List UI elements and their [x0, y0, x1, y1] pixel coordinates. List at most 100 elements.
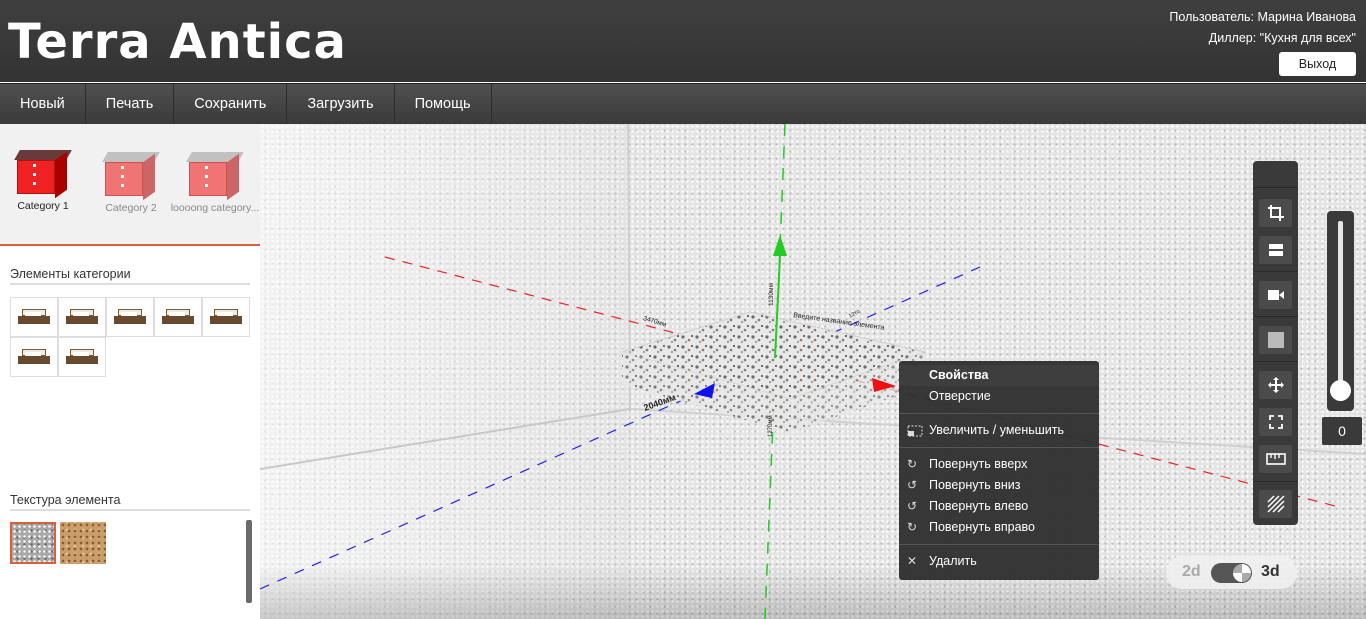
element-thumbnail[interactable]	[10, 297, 58, 337]
dim-top-label: 3470мм	[642, 315, 667, 328]
ctx-rotate-left[interactable]: ↺ Повернуть влево	[899, 496, 1099, 517]
category-item-2[interactable]: Category 2	[86, 152, 176, 214]
sofa-icon	[208, 307, 244, 327]
fullscreen-icon	[1268, 415, 1283, 429]
element-thumbnail[interactable]	[106, 297, 154, 337]
hatch-icon	[1266, 495, 1285, 513]
move-icon	[1267, 377, 1284, 393]
ctx-rotate-right[interactable]: ↻ Повернуть вправо	[899, 517, 1099, 538]
cabinet-thumbnail	[102, 152, 160, 201]
texture-section-title: Текстура элемента	[10, 493, 250, 511]
ctx-properties[interactable]: Свойства	[899, 365, 1099, 386]
square-tool-button[interactable]	[1259, 326, 1292, 354]
menu-new[interactable]: Новый	[0, 84, 86, 124]
menu-save[interactable]: Сохранить	[174, 84, 288, 124]
element-thumbnail[interactable]	[10, 337, 58, 377]
ctx-label: Удалить	[929, 554, 977, 568]
user-info: Пользователь: Марина Иванова Диллер: "Ку…	[1169, 7, 1356, 49]
texture-list	[10, 522, 106, 564]
zoom-value: 0	[1322, 417, 1362, 445]
switch-knob-icon	[1233, 564, 1251, 582]
camera-icon	[1267, 290, 1284, 300]
camera-tool-button[interactable]	[1259, 281, 1292, 309]
cabinet-thumbnail	[14, 150, 72, 199]
element-thumbnail[interactable]	[58, 337, 106, 377]
element-thumbnail[interactable]	[58, 297, 106, 337]
ctx-label: Отверстие	[929, 389, 991, 403]
app-logo: Terra Antica	[8, 14, 347, 70]
sofa-icon	[64, 307, 100, 327]
rotate-ccw-icon: ↺	[907, 499, 918, 513]
dim-height-label: 1130мм	[768, 283, 775, 306]
ctx-separator	[899, 447, 1099, 448]
view-mode-toggle: 2d 3d	[1166, 556, 1297, 589]
rotate-cw-icon: ↻	[907, 457, 918, 471]
sofa-icon	[64, 347, 100, 367]
sofa-icon	[160, 307, 196, 327]
mode-3d-label[interactable]: 3d	[1261, 563, 1280, 581]
elements-grid	[10, 297, 250, 377]
texture-wood[interactable]	[60, 522, 106, 564]
texture-granite[interactable]	[10, 522, 56, 564]
user-name: Пользователь: Марина Иванова	[1169, 10, 1356, 24]
sofa-icon	[16, 307, 52, 327]
ctx-label: Увеличить / уменьшить	[929, 423, 1065, 437]
logout-button[interactable]: Выход	[1279, 52, 1356, 76]
elements-section-title: Элементы категории	[10, 267, 250, 285]
category-item-3[interactable]: loooong category...	[170, 152, 260, 214]
element-thumbnail[interactable]	[202, 297, 250, 337]
floor-edge-left	[260, 408, 631, 470]
category-strip: Category 1 Category 2 loooong category..…	[0, 124, 260, 246]
zoom-handle[interactable]	[1330, 380, 1351, 401]
ctx-rotate-down[interactable]: ↺ Повернуть вниз	[899, 475, 1099, 496]
y-axis-arrow[interactable]	[773, 235, 787, 256]
ctx-label: Повернуть вниз	[929, 478, 1021, 492]
sofa-icon	[112, 307, 148, 327]
dealer-name: Диллер: "Кухня для всех"	[1208, 31, 1356, 45]
app-header: Terra Antica Пользователь: Марина Иванов…	[0, 0, 1366, 82]
category-label: Category 2	[105, 202, 157, 214]
texture-scrollbar[interactable]	[246, 520, 252, 603]
context-menu: Свойства Отверстие Увеличить / уменьшить…	[899, 361, 1099, 580]
close-icon: ✕	[907, 554, 918, 568]
category-item-1[interactable]: Category 1	[0, 150, 88, 212]
category-label: loooong category...	[170, 202, 260, 214]
sofa-icon	[16, 347, 52, 367]
fullscreen-tool-button[interactable]	[1259, 408, 1292, 436]
hatch-tool-button[interactable]	[1259, 490, 1292, 518]
ctx-separator	[899, 544, 1099, 545]
scene-canvas: 2040мм 3470мм 1130мм 1270мм Введите назв…	[260, 124, 1366, 619]
ctx-label: Повернуть вверх	[929, 457, 1028, 471]
main-menu: Новый Печать Сохранить Загрузить Помощь	[0, 83, 1366, 124]
zoom-rail	[1338, 221, 1343, 401]
3d-viewport[interactable]: 2040мм 3470мм 1130мм 1270мм Введите назв…	[260, 124, 1366, 619]
dim-small-label: 12то	[848, 309, 861, 320]
resize-icon	[907, 420, 923, 444]
menu-load[interactable]: Загрузить	[287, 84, 395, 124]
ctx-delete[interactable]: ✕ Удалить	[899, 551, 1099, 572]
mode-2d-label[interactable]: 2d	[1182, 563, 1201, 581]
ctx-rotate-up[interactable]: ↻ Повернуть вверх	[899, 454, 1099, 475]
crop-icon	[1267, 205, 1284, 221]
mode-switch[interactable]	[1211, 563, 1252, 583]
element-thumbnail[interactable]	[154, 297, 202, 337]
menu-print[interactable]: Печать	[86, 84, 175, 124]
layers-icon	[1268, 244, 1283, 256]
category-label: Category 1	[17, 200, 69, 212]
ctx-separator	[899, 413, 1099, 414]
square-icon	[1267, 332, 1284, 348]
ctx-hole[interactable]: Отверстие	[899, 386, 1099, 407]
ctx-label: Свойства	[929, 368, 989, 382]
dim-depth-label: 1270мм	[768, 415, 774, 437]
layers-tool-button[interactable]	[1259, 236, 1292, 264]
move-tool-button[interactable]	[1259, 371, 1292, 399]
zoom-slider[interactable]	[1327, 211, 1354, 411]
rotate-cw-icon: ↻	[907, 520, 918, 534]
ruler-tool-button[interactable]	[1259, 445, 1292, 473]
menu-help[interactable]: Помощь	[395, 84, 492, 124]
z-axis-line	[260, 266, 981, 590]
ctx-resize[interactable]: Увеличить / уменьшить	[899, 420, 1099, 441]
ctx-label: Повернуть влево	[929, 499, 1029, 513]
crop-tool-button[interactable]	[1259, 199, 1292, 227]
view-toolbar	[1253, 161, 1298, 525]
